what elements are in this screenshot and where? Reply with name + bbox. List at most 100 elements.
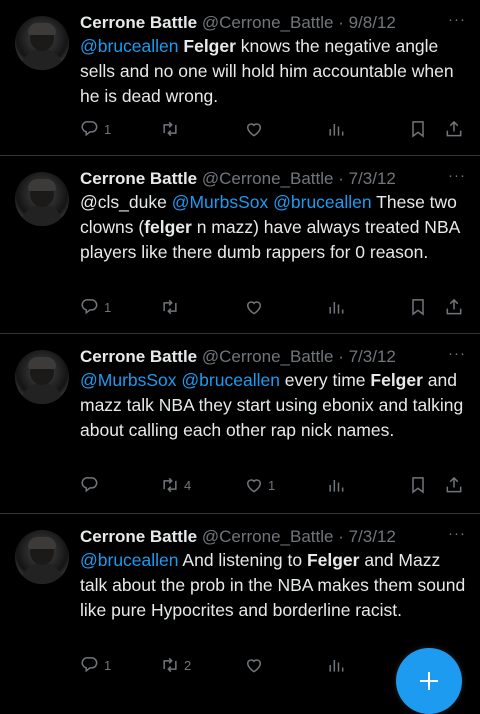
text-run: @cls_duke	[80, 192, 172, 212]
author-name[interactable]: Cerrone Battle	[80, 169, 197, 188]
retweet-button[interactable]	[160, 119, 184, 139]
tweet[interactable]: Cerrone Battle @Cerrone_Battle · 7/3/12 …	[0, 156, 480, 334]
more-options-icon[interactable]: ···	[448, 345, 466, 362]
tweet-header: Cerrone Battle @Cerrone_Battle · 9/8/12	[80, 13, 466, 33]
views-button[interactable]	[326, 119, 346, 139]
views-icon	[329, 480, 344, 492]
separator: ·	[333, 527, 349, 546]
retweet-button[interactable]	[160, 297, 184, 317]
bookmark-icon	[412, 121, 424, 138]
highlighted-term: Felger	[183, 36, 236, 56]
mention-link[interactable]: @bruceallen	[273, 192, 372, 212]
tweet-text: @bruceallen Felger knows the negative an…	[80, 34, 466, 109]
views-button[interactable]	[326, 297, 346, 317]
tweet-header: Cerrone Battle @Cerrone_Battle · 7/3/12	[80, 527, 466, 547]
text-run: every time	[279, 370, 371, 390]
action-bar: 41	[80, 475, 480, 497]
tweet[interactable]: Cerrone Battle @Cerrone_Battle · 7/3/12 …	[0, 334, 480, 514]
tweet-date[interactable]: 9/8/12	[349, 13, 396, 32]
views-icon	[329, 660, 344, 672]
separator: ·	[333, 347, 349, 366]
share-icon	[446, 476, 462, 493]
avatar[interactable]	[15, 350, 69, 404]
author-name[interactable]: Cerrone Battle	[80, 527, 197, 546]
tweet-date[interactable]: 7/3/12	[349, 347, 396, 366]
share-icon	[446, 120, 462, 137]
separator: ·	[333, 13, 349, 32]
like-icon	[246, 479, 262, 493]
avatar[interactable]	[15, 172, 69, 226]
more-options-icon[interactable]: ···	[448, 11, 466, 28]
highlighted-term: Felger	[306, 550, 360, 570]
avatar[interactable]	[15, 530, 69, 584]
mention-link[interactable]: @bruceallen	[181, 370, 280, 390]
tweet-header: Cerrone Battle @Cerrone_Battle · 7/3/12	[80, 169, 466, 189]
share-button[interactable]	[444, 297, 464, 317]
views-icon	[329, 302, 344, 314]
highlighted-term: felger	[144, 217, 192, 237]
retweet-icon	[163, 477, 177, 493]
reply-count: 1	[104, 657, 112, 673]
compose-button[interactable]	[396, 648, 462, 714]
avatar[interactable]	[15, 16, 69, 70]
author-name[interactable]: Cerrone Battle	[80, 347, 197, 366]
tweet-header: Cerrone Battle @Cerrone_Battle · 7/3/12	[80, 347, 466, 367]
tweet-text: @cls_duke @MurbsSox @bruceallen These tw…	[80, 190, 466, 265]
retweet-button[interactable]: 2	[160, 655, 191, 675]
tweet[interactable]: Cerrone Battle @Cerrone_Battle · 9/8/12 …	[0, 0, 480, 156]
mention-link[interactable]: @MurbsSox	[80, 370, 177, 390]
bookmark-button[interactable]	[408, 475, 428, 495]
reply-icon	[81, 657, 98, 673]
views-button[interactable]	[326, 475, 346, 495]
mention-link[interactable]: @bruceallen	[80, 550, 179, 570]
like-button[interactable]	[244, 655, 268, 675]
author-handle[interactable]: @Cerrone_Battle	[202, 13, 334, 32]
bookmark-icon	[412, 477, 424, 494]
retweet-count: 2	[184, 657, 192, 673]
retweet-button[interactable]: 4	[160, 475, 191, 495]
like-icon	[246, 659, 262, 673]
action-bar: 1	[80, 297, 480, 319]
share-button[interactable]	[444, 475, 464, 495]
like-icon	[246, 301, 262, 315]
like-button[interactable]: 1	[244, 475, 275, 495]
share-icon	[446, 298, 462, 315]
tweet-text: @MurbsSox @bruceallen every time Felger …	[80, 368, 466, 443]
like-count: 1	[268, 477, 276, 493]
text-run: And listening to	[178, 550, 307, 570]
retweet-icon	[163, 299, 177, 315]
highlighted-term: Felger	[370, 370, 423, 390]
retweet-icon	[163, 121, 177, 137]
author-name[interactable]: Cerrone Battle	[80, 13, 197, 32]
retweet-icon	[163, 657, 177, 673]
reply-button[interactable]: 1	[80, 297, 111, 317]
more-options-icon[interactable]: ···	[448, 525, 466, 542]
more-options-icon[interactable]: ···	[448, 167, 466, 184]
reply-button[interactable]: 1	[80, 655, 111, 675]
bookmark-button[interactable]	[408, 297, 428, 317]
reply-button[interactable]: 1	[80, 119, 111, 139]
author-handle[interactable]: @Cerrone_Battle	[202, 169, 334, 188]
tweet-date[interactable]: 7/3/12	[349, 169, 396, 188]
reply-count: 1	[104, 299, 112, 315]
reply-icon	[81, 121, 98, 137]
reply-button[interactable]	[80, 475, 104, 495]
tweet-text: @bruceallen And listening to Felger and …	[80, 548, 466, 623]
author-handle[interactable]: @Cerrone_Battle	[202, 347, 334, 366]
like-icon	[246, 123, 262, 137]
views-button[interactable]	[326, 655, 346, 675]
like-button[interactable]	[244, 119, 268, 139]
views-icon	[329, 124, 344, 136]
retweet-count: 4	[184, 477, 192, 493]
reply-icon	[81, 477, 98, 493]
mention-link[interactable]: @MurbsSox	[172, 192, 269, 212]
mention-link[interactable]: @bruceallen	[80, 36, 179, 56]
like-button[interactable]	[244, 297, 268, 317]
tweet-date[interactable]: 7/3/12	[349, 527, 396, 546]
reply-icon	[81, 299, 98, 315]
author-handle[interactable]: @Cerrone_Battle	[202, 527, 334, 546]
separator: ·	[333, 169, 349, 188]
bookmark-button[interactable]	[408, 119, 428, 139]
reply-count: 1	[104, 121, 112, 137]
share-button[interactable]	[444, 119, 464, 139]
